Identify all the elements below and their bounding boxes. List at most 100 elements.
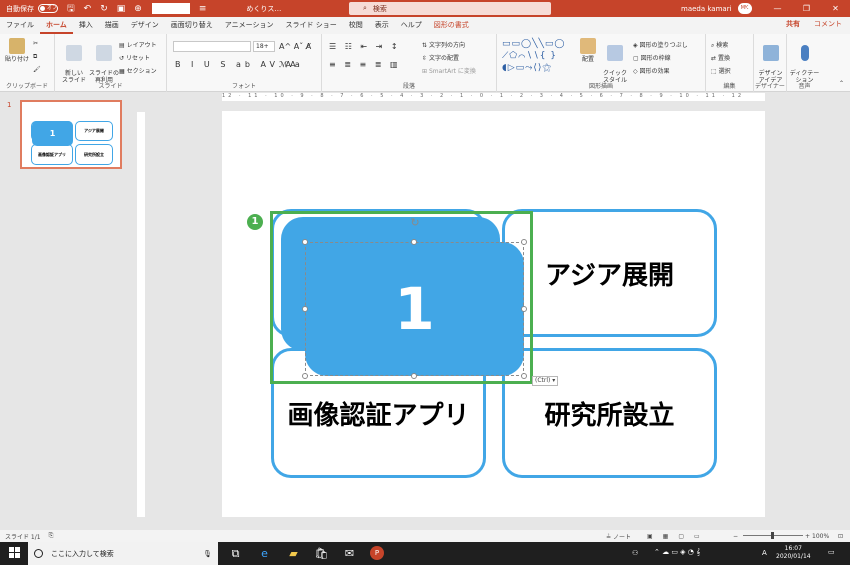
format-painter-icon[interactable]: 🖌 — [33, 66, 41, 73]
font-color-icon[interactable]: ℳ A — [279, 60, 296, 69]
group-slides: 新しい スライド スライドの 再利用 ▤ レイアウト ↺ リセット ▦ セクショ… — [55, 34, 167, 92]
powerpoint-icon[interactable]: P — [370, 546, 384, 560]
tab-animations[interactable]: アニメーション — [219, 17, 280, 34]
thumb-box-1: 1 — [32, 121, 73, 146]
grow-font-icon[interactable]: A^ Aˇ A̸ — [279, 42, 311, 51]
alignment-buttons[interactable]: ≡ ≣ ≡ ≣ ▥ — [329, 60, 401, 69]
group-voice: ディクテー ション 音声 — [787, 34, 822, 92]
windows-start-icon[interactable] — [9, 547, 20, 558]
box-bottom-right[interactable]: 研究所設立 — [502, 348, 717, 478]
task-view-icon[interactable]: ⧉ — [228, 546, 243, 561]
thumb-box-2: アジア展開 — [75, 121, 113, 141]
save-icon[interactable]: 🖫 — [67, 1, 75, 17]
mail-icon[interactable]: ✉ — [342, 546, 357, 561]
view-buttons[interactable]: ▣▦▢▭ — [647, 533, 710, 540]
layout-button[interactable]: ▤ レイアウト — [119, 40, 157, 49]
store-icon[interactable]: 🛍 — [314, 546, 329, 561]
find-button[interactable]: ⌕ 検索 — [711, 40, 728, 50]
tab-shape-format[interactable]: 図形の書式 — [428, 17, 475, 34]
group-label-designer: デザイナー — [755, 83, 785, 90]
group-editing: ⌕ 検索 ⇄ 置換 ⬚ 選択 編集 — [706, 34, 754, 92]
annotation-badge: 1 — [247, 214, 263, 230]
paste-button[interactable]: 貼り付け — [4, 38, 30, 63]
select-button[interactable]: ⬚ 選択 — [711, 66, 731, 75]
present-icon[interactable]: ▣ — [117, 4, 126, 14]
share-button[interactable]: 共有 — [786, 19, 800, 29]
notifications-icon[interactable]: ▭ — [828, 548, 835, 556]
shape-effects-button[interactable]: ◇ 図形の効果 — [633, 66, 670, 75]
clock[interactable]: 16:07 2020/01/14 — [776, 545, 811, 561]
list-buttons[interactable]: ☰ ☷ ⇤ ⇥ ↕ — [329, 42, 401, 51]
font-name-combo[interactable] — [173, 41, 251, 52]
box-top-right[interactable]: アジア展開 — [502, 209, 717, 337]
tab-insert[interactable]: 挿入 — [73, 17, 99, 34]
group-label-slides: スライド — [98, 83, 123, 90]
tab-transitions[interactable]: 画面切り替え — [165, 17, 219, 34]
people-icon[interactable]: ⚇ — [632, 549, 638, 557]
title-bar: 自動保存 オフ 🖫 ↶ ↻ ▣ ⊕ ≡ めくりス… ⌕ 検索 maeda kam… — [0, 0, 850, 17]
reset-button[interactable]: ↺ リセット — [119, 53, 150, 62]
paste-options-button[interactable]: (Ctrl) ▾ — [532, 376, 559, 386]
font-size-combo[interactable]: 18+ — [253, 41, 275, 52]
comment-button[interactable]: コメント — [814, 19, 842, 29]
dictate-button[interactable]: ディクテー ション — [788, 38, 821, 84]
thumbnail-slide-number: 1 — [7, 101, 12, 109]
close-icon[interactable]: ✕ — [821, 0, 850, 17]
redo-icon[interactable]: ↻ — [100, 4, 108, 14]
autosave-toggle[interactable]: オフ — [38, 4, 58, 13]
highlight-box — [270, 211, 533, 384]
ime-indicator[interactable]: A — [762, 549, 767, 557]
system-tray-icons[interactable]: ⌃ ☁ ▭ ◈ ◔ 𝄞 — [654, 548, 700, 557]
group-clipboard: 貼り付け ✂ ⧉ 🖌 クリップボード — [0, 34, 55, 92]
tab-design[interactable]: デザイン — [125, 17, 165, 34]
copy-icon[interactable]: ⧉ — [33, 53, 37, 61]
shape-outline-button[interactable]: ▢ 図形の枠線 — [633, 53, 671, 62]
design-ideas-button[interactable]: デザイン アイデア — [755, 38, 786, 84]
title-search[interactable]: ⌕ 検索 — [349, 2, 551, 15]
tab-home[interactable]: ホーム — [40, 17, 73, 34]
arrange-button[interactable]: 配置 — [577, 38, 599, 63]
group-label-editing: 編集 — [723, 83, 736, 90]
fit-slide-icon[interactable]: ⊡ — [838, 533, 843, 540]
quick-styles-button[interactable]: クイック スタイル — [601, 38, 629, 84]
restore-icon[interactable]: ❐ — [792, 0, 821, 17]
undo-icon[interactable]: ↶ — [84, 4, 92, 14]
slide-thumbnail-1[interactable]: 1 アジア展開 画像認証アプリ 研究所設立 — [20, 100, 122, 169]
notes-button[interactable]: ≟ ノート — [606, 532, 631, 541]
autosave[interactable]: 自動保存 オフ — [6, 4, 58, 14]
quick-access-input[interactable] — [151, 3, 190, 14]
taskbar-search[interactable]: ここに入力して検索 🎙 — [28, 542, 218, 565]
taskbar-search-placeholder: ここに入力して検索 — [51, 549, 114, 558]
zoom-in-icon[interactable]: + — [805, 533, 810, 540]
ribbon-display-icon[interactable]: ▭ — [734, 0, 763, 17]
section-button[interactable]: ▦ セクション — [119, 66, 157, 75]
accessibility-icon[interactable]: ⎘ — [49, 532, 54, 540]
replace-button[interactable]: ⇄ 置換 — [711, 53, 730, 62]
autosave-label: 自動保存 — [6, 4, 34, 13]
format-painter-icon[interactable]: ⊕ — [134, 4, 142, 14]
tab-draw[interactable]: 描画 — [99, 17, 125, 34]
tab-review[interactable]: 校閲 — [343, 17, 369, 34]
shape-fill-button[interactable]: ◈ 図形の塗りつぶし — [633, 40, 688, 49]
tab-slideshow[interactable]: スライド ショー — [280, 17, 343, 34]
minimize-icon[interactable]: — — [763, 0, 792, 17]
edge-icon[interactable]: e — [257, 546, 272, 561]
collapse-ribbon-icon[interactable]: ⌃ — [839, 80, 844, 87]
zoom-out-icon[interactable]: − — [733, 533, 738, 540]
cut-icon[interactable]: ✂ — [33, 40, 38, 47]
customize-qat-icon[interactable]: ≡ — [199, 4, 207, 14]
reuse-slides-button[interactable]: スライドの 再利用 — [89, 38, 119, 84]
zoom-slider-knob[interactable] — [771, 532, 774, 539]
zoom-level[interactable]: 100% — [812, 533, 829, 540]
tab-file[interactable]: ファイル — [0, 17, 40, 34]
align-text-button[interactable]: ⇳ 文字の配置 — [422, 53, 459, 62]
new-slide-button[interactable]: 新しい スライド — [60, 38, 88, 84]
text-direction-button[interactable]: ⇅ 文字列の方向 — [422, 40, 465, 49]
search-placeholder: 検索 — [372, 4, 387, 13]
smartart-button[interactable]: ⊞ SmartArt に変換 — [422, 66, 476, 75]
microphone-icon[interactable]: 🎙 — [203, 550, 212, 558]
tab-help[interactable]: ヘルプ — [395, 17, 428, 34]
tab-view[interactable]: 表示 — [369, 17, 395, 34]
file-explorer-icon[interactable]: ▰ — [286, 546, 301, 561]
shapes-gallery[interactable]: ▭▭◯╲╲▭◯ ⟋⬠⌒∖∖{ } ◖▷▭⤳⟨⟩⚝ — [502, 38, 574, 74]
